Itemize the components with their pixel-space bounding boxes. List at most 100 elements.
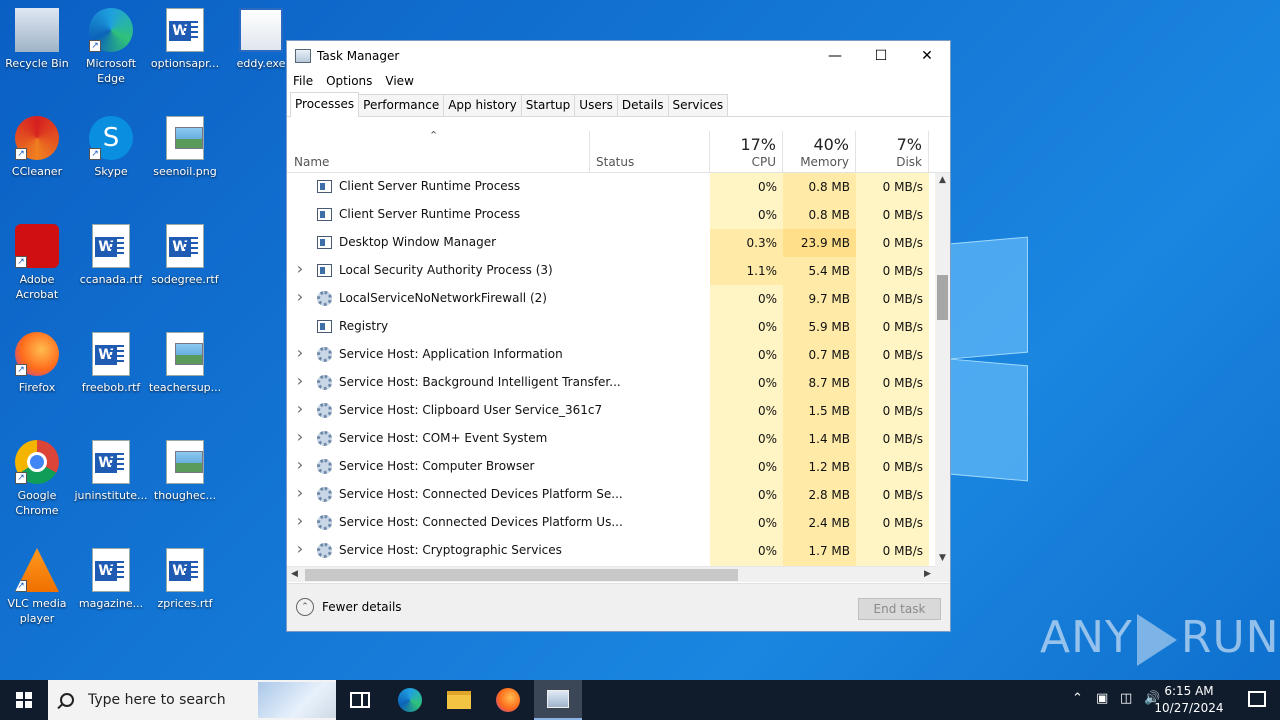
tab-services[interactable]: Services [667,94,729,116]
expand-chevron-icon[interactable]: › [294,455,306,474]
tab-processes[interactable]: Processes [290,92,360,117]
desktop-icon[interactable]: thoughec... [148,434,222,503]
menu-file[interactable]: File [293,74,313,88]
cpu-cell: 0% [710,509,783,537]
process-list: Client Server Runtime Process 0% 0.8 MB 0 M… [287,173,935,566]
menu-view[interactable]: View [385,74,413,88]
scroll-left-icon[interactable]: ◀ [287,567,302,582]
disk-cell: 0 MB/s [856,425,929,453]
memory-cell: 2.4 MB [783,509,856,537]
process-row[interactable]: › LocalServiceNoNetworkFirewall (2) 0% 9.7 … [287,285,935,313]
desktop-icon[interactable]: Wsodegree.rtf [148,218,222,287]
process-row[interactable]: › Service Host: COM+ Event System 0% 1.4 MB… [287,425,935,453]
column-memory[interactable]: 40% Memory [783,131,856,173]
expand-chevron-icon[interactable]: › [294,287,306,306]
column-status-label: Status [596,155,635,169]
taskbar-edge[interactable] [386,680,434,720]
desktop-icon[interactable]: S ↗ Skype [74,110,148,179]
column-name[interactable]: ⌃ Name [287,129,590,173]
desktop-icon[interactable]: Wccanada.rtf [74,218,148,287]
process-row[interactable]: Registry 0% 5.9 MB 0 MB/s [287,313,935,341]
desktop-icon[interactable]: Recycle Bin [0,2,74,71]
column-cpu[interactable]: 17% CPU [710,131,783,173]
expand-chevron-icon[interactable]: › [294,483,306,502]
desktop-icon[interactable]: ↗ CCleaner [0,110,74,179]
word-doc-icon: W [92,440,130,484]
process-row[interactable]: › Service Host: Clipboard User Service_36… [287,397,935,425]
desktop-icon[interactable]: ↗ Google Chrome [0,434,74,518]
expand-chevron-icon[interactable]: › [294,343,306,362]
task-view-button[interactable] [336,680,384,720]
close-button[interactable]: ✕ [904,41,950,71]
desktop-icon[interactable]: teachersup... [148,326,222,395]
process-row[interactable]: › Service Host: Connected Devices Platfor… [287,509,935,537]
desktop-icon[interactable]: ↗ VLC media player [0,542,74,626]
memory-cell: 9.7 MB [783,285,856,313]
column-memory-label: Memory [800,155,849,169]
end-task-button[interactable]: End task [858,598,941,620]
taskbar-task-manager[interactable] [534,680,582,720]
desktop-icon[interactable]: Wfreebob.rtf [74,326,148,395]
maximize-button[interactable]: ☐ [858,41,904,71]
expand-chevron-icon[interactable]: › [294,259,306,278]
process-row[interactable]: › Service Host: Cryptographic Services 0% 1… [287,537,935,565]
title-bar[interactable]: Task Manager — ☐ ✕ [287,41,950,71]
tab-startup[interactable]: Startup [520,94,576,116]
process-row[interactable]: Client Server Runtime Process 0% 0.8 MB 0 M… [287,201,935,229]
process-row[interactable]: › Service Host: Connected Devices Platfor… [287,481,935,509]
tab-users[interactable]: Users [574,94,618,116]
tab-performance[interactable]: Performance [358,94,445,116]
menu-options[interactable]: Options [326,74,372,88]
taskbar-search[interactable]: Type here to search [48,680,336,720]
desktop-icon[interactable]: seenoil.png [148,110,222,179]
start-button[interactable] [0,680,48,720]
fewer-details-button[interactable]: ⌃ Fewer details [296,598,402,616]
network-icon[interactable]: ◫ [1120,691,1132,706]
process-row[interactable]: › Service Host: Background Intelligent Tr… [287,369,935,397]
window-app-icon [317,264,332,277]
desktop-icon[interactable]: ↗ Firefox [0,326,74,395]
column-disk[interactable]: 7% Disk [856,131,929,173]
task-manager-icon [547,690,569,708]
exe-icon [239,8,283,52]
column-status[interactable]: Status [590,131,710,173]
process-row[interactable]: › Service Host: Computer Browser 0% 1.2 MB 0… [287,453,935,481]
scroll-down-icon[interactable]: ▼ [935,551,950,566]
process-row[interactable]: › Service Host: Application Information 0%… [287,341,935,369]
window-app-icon [317,236,332,249]
expand-chevron-icon[interactable]: › [294,371,306,390]
expand-chevron-icon[interactable]: › [294,511,306,530]
desktop-icon[interactable]: Wzprices.rtf [148,542,222,611]
expand-chevron-icon[interactable]: › [294,539,306,558]
desktop-icon[interactable]: Woptionsapr... [148,2,222,71]
horizontal-scrollbar[interactable]: ◀ ▶ [287,566,935,582]
tab-app-history[interactable]: App history [443,94,522,116]
minimize-button[interactable]: — [812,41,858,71]
tab-details[interactable]: Details [616,94,669,116]
process-row[interactable]: Desktop Window Manager 0.3% 23.9 MB 0 MB/s [287,229,935,257]
desktop-icon[interactable]: Wjuninstitute... [74,434,148,503]
process-row[interactable]: Client Server Runtime Process 0% 0.8 MB 0 M… [287,173,935,201]
sort-up-icon: ⌃ [429,129,439,142]
scroll-corner [935,566,950,582]
scroll-right-icon[interactable]: ▶ [920,567,935,582]
desktop-icon[interactable]: ↗ Microsoft Edge [74,2,148,86]
network-adapter-icon[interactable]: ▣ [1096,691,1108,706]
taskbar-file-explorer[interactable] [435,680,483,720]
vertical-scroll-thumb[interactable] [937,275,948,320]
vertical-scrollbar[interactable]: ▲ ▼ [935,173,950,566]
desktop-icon[interactable]: Wmagazine... [74,542,148,611]
desktop-icon[interactable]: ↗ Adobe Acrobat [0,218,74,302]
cpu-cell: 0% [710,397,783,425]
clock[interactable]: 6:15 AM 10/27/2024 [1154,683,1224,717]
cpu-cell: 0% [710,341,783,369]
chevron-up-icon[interactable]: ⌃ [1072,691,1083,706]
taskbar-firefox[interactable] [484,680,532,720]
memory-cell: 2.8 MB [783,481,856,509]
expand-chevron-icon[interactable]: › [294,399,306,418]
horizontal-scroll-thumb[interactable] [305,569,738,581]
notification-icon[interactable] [1248,691,1266,707]
scroll-up-icon[interactable]: ▲ [935,173,950,188]
process-row[interactable]: › Local Security Authority Process (3) 1.1… [287,257,935,285]
expand-chevron-icon[interactable]: › [294,427,306,446]
